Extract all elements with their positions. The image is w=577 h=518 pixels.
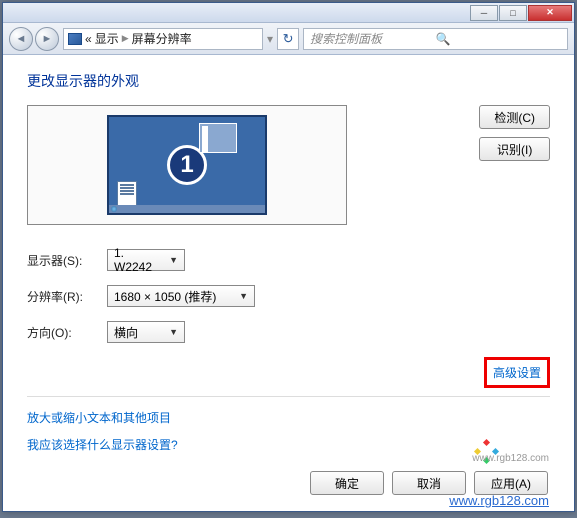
refresh-button[interactable]: ↻ bbox=[277, 28, 299, 50]
breadcrumb-item[interactable]: 屏幕分辨率 bbox=[132, 30, 192, 47]
dialog-footer: 确定 取消 应用(A) bbox=[27, 471, 550, 495]
breadcrumb-item[interactable]: 显示 bbox=[95, 30, 119, 47]
apply-button[interactable]: 应用(A) bbox=[474, 471, 548, 495]
close-button[interactable]: ✕ bbox=[528, 5, 572, 21]
which-display-help-link[interactable]: 我应该选择什么显示器设置? bbox=[27, 436, 550, 453]
monitor-thumbnail[interactable]: 1 bbox=[107, 115, 267, 215]
orientation-select[interactable]: 横向 ▼ bbox=[107, 321, 185, 343]
search-icon[interactable]: 🔍 bbox=[436, 32, 561, 46]
document-preview-icon bbox=[117, 181, 137, 207]
taskbar-preview-icon bbox=[109, 205, 265, 213]
display-icon bbox=[68, 33, 82, 45]
titlebar: ─ □ ✕ bbox=[3, 3, 574, 23]
resolution-select[interactable]: 1680 × 1050 (推荐) ▼ bbox=[107, 285, 255, 307]
display-select[interactable]: 1. W2242 ▼ bbox=[107, 249, 185, 271]
orientation-label: 方向(O): bbox=[27, 324, 107, 341]
divider bbox=[27, 396, 550, 397]
resolution-label: 分辨率(R): bbox=[27, 288, 107, 305]
chevron-down-icon: ▼ bbox=[239, 291, 248, 301]
chevron-right-icon: ▶ bbox=[122, 33, 129, 44]
navigation-bar: ◄ ► « 显示 ▶ 屏幕分辨率 ▾ ↻ 搜索控制面板 🔍 bbox=[3, 23, 574, 55]
detect-button[interactable]: 检测(C) bbox=[479, 105, 550, 129]
watermark-text-large: www.rgb128.com bbox=[449, 493, 549, 508]
text-size-link[interactable]: 放大或缩小文本和其他项目 bbox=[27, 409, 550, 426]
watermark-text-small: www.rgb128.com bbox=[472, 453, 549, 464]
minimize-button[interactable]: ─ bbox=[470, 5, 498, 21]
advanced-settings-link[interactable]: 高级设置 bbox=[484, 357, 550, 388]
search-placeholder: 搜索控制面板 bbox=[310, 30, 435, 47]
forward-button[interactable]: ► bbox=[35, 27, 59, 51]
identify-button[interactable]: 识别(I) bbox=[479, 137, 550, 161]
chevron-down-icon: ▼ bbox=[169, 255, 178, 265]
search-input[interactable]: 搜索控制面板 🔍 bbox=[303, 28, 568, 50]
page-title: 更改显示器的外观 bbox=[27, 71, 550, 91]
ok-button[interactable]: 确定 bbox=[310, 471, 384, 495]
chevron-down-icon: ▼ bbox=[169, 327, 178, 337]
back-button[interactable]: ◄ bbox=[9, 27, 33, 51]
display-label: 显示器(S): bbox=[27, 252, 107, 269]
breadcrumb-start: « bbox=[85, 32, 92, 46]
control-panel-window: ─ □ ✕ ◄ ► « 显示 ▶ 屏幕分辨率 ▾ ↻ 搜索控制面板 🔍 更改显示… bbox=[2, 2, 575, 512]
window-preview-icon bbox=[199, 123, 237, 153]
breadcrumb[interactable]: « 显示 ▶ 屏幕分辨率 bbox=[63, 28, 263, 50]
monitor-preview-area[interactable]: 1 bbox=[27, 105, 347, 225]
maximize-button[interactable]: □ bbox=[499, 5, 527, 21]
cancel-button[interactable]: 取消 bbox=[392, 471, 466, 495]
